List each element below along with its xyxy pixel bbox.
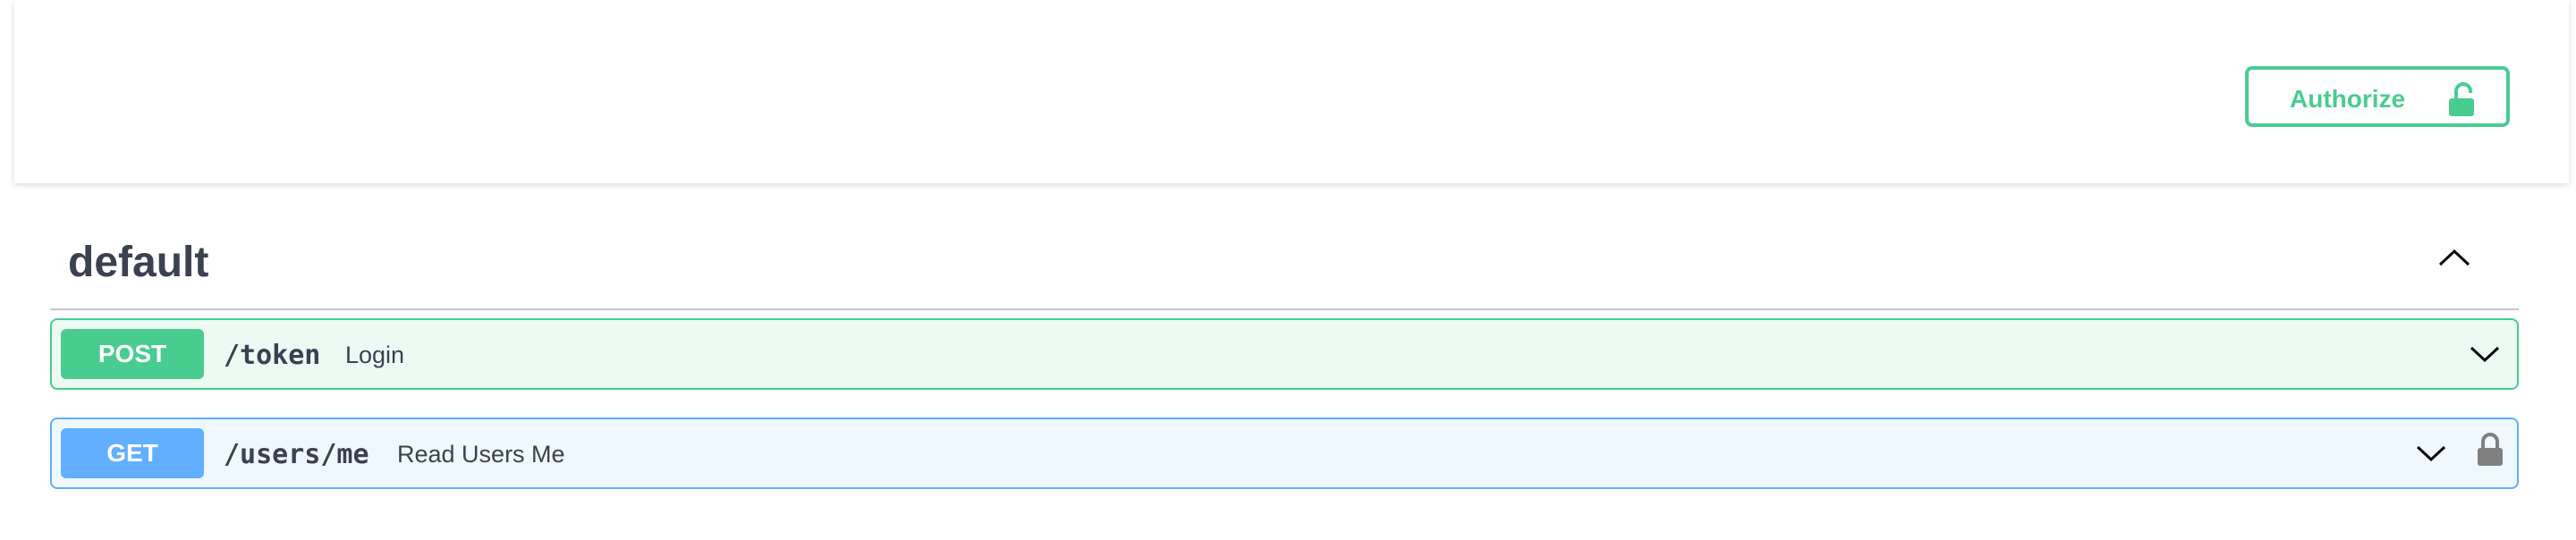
operation-path: /users/me	[224, 439, 369, 470]
chevron-up-icon[interactable]	[2436, 247, 2472, 273]
authorize-button[interactable]: Authorize	[2245, 66, 2510, 127]
operation-summary: Read Users Me	[397, 441, 565, 468]
unlocked-padlock-icon	[2447, 82, 2476, 124]
operation-summary: Login	[345, 342, 405, 368]
method-badge: GET	[61, 428, 204, 478]
padlock-icon[interactable]	[2476, 432, 2504, 472]
operation-path: /token	[224, 340, 321, 371]
operation-get-users-me[interactable]: GET /users/me Read Users Me	[50, 418, 2519, 489]
chevron-down-icon[interactable]	[2469, 343, 2501, 369]
method-badge: POST	[61, 329, 204, 379]
scheme-container: Authorize	[14, 0, 2569, 183]
tag-divider	[50, 308, 2519, 310]
tag-title[interactable]: default	[68, 238, 208, 287]
operation-post-token[interactable]: POST /token Login	[50, 318, 2519, 390]
authorize-label: Authorize	[2290, 85, 2406, 113]
chevron-down-icon[interactable]	[2415, 443, 2447, 468]
